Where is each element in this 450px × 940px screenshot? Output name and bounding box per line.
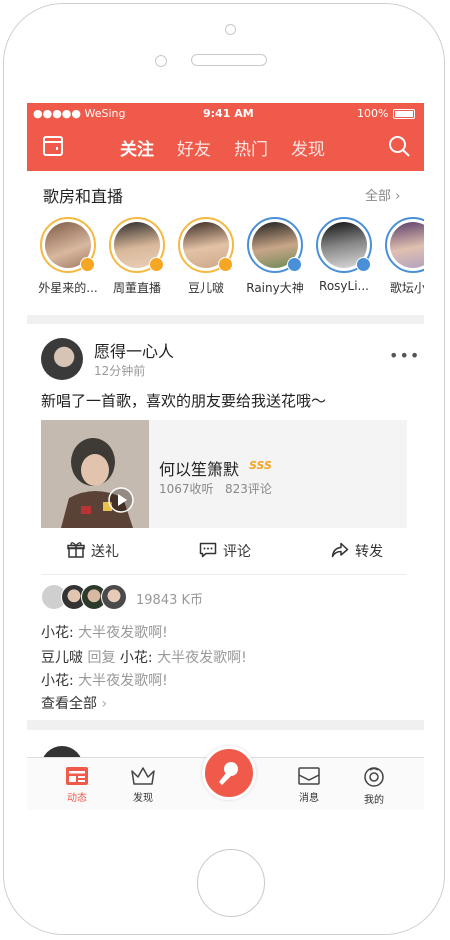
nav-messages[interactable]: 消息 [284,766,334,810]
gift-icon [67,542,85,558]
song-title: 何以笙箫默 [159,460,240,479]
live-item-name: 外星来的... [38,281,98,295]
gift-label: 送礼 [91,544,119,560]
view-all-label: 查看全部 [41,696,97,712]
play-icon[interactable] [107,486,135,514]
video-badge-icon [218,257,233,272]
comment-icon [199,542,217,558]
song-card[interactable]: 何以笙箫默 SSS 1067收听 823评论 [41,420,407,528]
live-item[interactable]: 周董直播 [104,217,170,297]
live-item[interactable]: 歌坛小M [380,217,424,297]
song-cover-image [41,420,149,528]
nav-profile[interactable]: 我的 [349,766,399,810]
post-timestamp: 12分钟前 [94,364,146,378]
tab-friends[interactable]: 好友 [177,135,211,160]
front-camera [225,24,236,35]
nav-profile-label: 我的 [364,795,384,806]
microphone-icon [219,762,238,785]
feed-icon [66,767,88,785]
room-badge-icon [287,257,302,272]
live-view-all-link[interactable]: 全部 › [365,185,400,204]
clock: 9:41 AM [203,107,254,120]
chevron-right-icon: › [395,189,401,204]
gift-total: 19843 K币 [136,593,204,608]
profile-icon [364,767,384,787]
header-nav: 关注 好友 热门 发现 [27,125,424,171]
video-badge-icon [80,257,95,272]
comment-user[interactable]: 小花: [41,625,74,641]
live-section: 歌房和直播 全部 › 外星来的... 周董直播 豆儿啵 Rainy大神 Rosy… [27,171,424,315]
proximity-sensor [155,55,167,67]
comment-item[interactable]: 小花: 大半夜发歌啊! [41,670,168,690]
nav-messages-label: 消息 [299,793,319,804]
live-item[interactable]: Rainy大神 [242,217,308,297]
comment-item[interactable]: 豆儿啵 回复 小花: 大半夜发歌啊! [41,647,247,667]
post-text: 新唱了一首歌，喜欢的朋友要给我送花哦～ [41,392,327,410]
home-button[interactable] [197,849,265,917]
live-item-name: 周董直播 [112,281,161,295]
song-comments: 823评论 [225,482,272,496]
live-item[interactable]: 豆儿啵 [173,217,239,297]
app-screen: ●●●●● WeSing 9:41 AM 100% 关注 好友 热门 发现 歌房… [27,103,424,810]
message-icon [298,767,320,785]
song-plays: 1067收听 [159,482,214,496]
live-item-name: 豆儿啵 [187,281,224,295]
live-item[interactable]: 外星来的... [35,217,101,297]
bottom-nav: 动态 发现 消息 我的 [27,746,424,810]
comment-text: 大半夜发歌啊! [78,625,168,641]
comment-reply-word: 回复 [87,650,116,666]
post-username[interactable]: 愿得一心人 [94,338,174,362]
feed-post: 愿得一心人 12分钟前 ••• 新唱了一首歌，喜欢的朋友要给我送花哦～ 何以笙箫… [27,324,424,720]
search-icon[interactable] [387,134,411,158]
room-icon[interactable] [41,134,65,158]
view-all-comments-link[interactable]: 查看全部 › [41,693,107,713]
nav-discover-label: 发现 [133,793,153,804]
avatar [101,584,127,610]
share-icon [331,542,349,558]
avatar[interactable] [41,338,83,380]
song-stats: 1067收听 823评论 [159,480,272,497]
earpiece-speaker [191,54,267,66]
comment-user[interactable]: 小花: [41,673,74,689]
chevron-right-icon: › [101,696,108,712]
status-bar: ●●●●● WeSing 9:41 AM 100% [27,103,424,125]
nav-feed[interactable]: 动态 [52,766,102,810]
top-bar: ●●●●● WeSing 9:41 AM 100% 关注 好友 热门 发现 [27,103,424,171]
comment-label: 评论 [223,544,251,560]
score-badge: SSS [249,459,272,472]
comment-text: 大半夜发歌啊! [157,650,247,666]
avatar [385,217,424,273]
live-item-name: 歌坛小M [389,281,424,295]
divider [41,574,407,575]
room-badge-icon [356,257,371,272]
video-badge-icon [149,257,164,272]
comment-text: 大半夜发歌啊! [78,673,168,689]
nav-feed-label: 动态 [67,793,87,804]
more-icon[interactable]: ••• [389,346,420,365]
crown-icon [131,767,155,785]
battery-percent: 100% [357,107,389,120]
comment-reply-to[interactable]: 小花: [120,650,153,666]
battery-icon [393,109,415,119]
tab-follow[interactable]: 关注 [120,135,154,160]
share-label: 转发 [355,544,383,560]
comment-user[interactable]: 豆儿啵 [41,650,83,666]
tab-hot[interactable]: 热门 [234,135,268,160]
live-view-all-label: 全部 [365,189,392,204]
live-item-name: RosyLi... [319,279,369,293]
nav-discover[interactable]: 发现 [118,766,168,810]
live-section-title: 歌房和直播 [43,187,124,206]
live-item-name: Rainy大神 [246,281,304,295]
carrier-label: ●●●●● WeSing [33,107,126,120]
tab-discover[interactable]: 发现 [291,135,325,160]
record-button[interactable] [202,746,256,800]
comment-item[interactable]: 小花: 大半夜发歌啊! [41,622,168,642]
live-item[interactable]: RosyLi... [311,217,377,297]
